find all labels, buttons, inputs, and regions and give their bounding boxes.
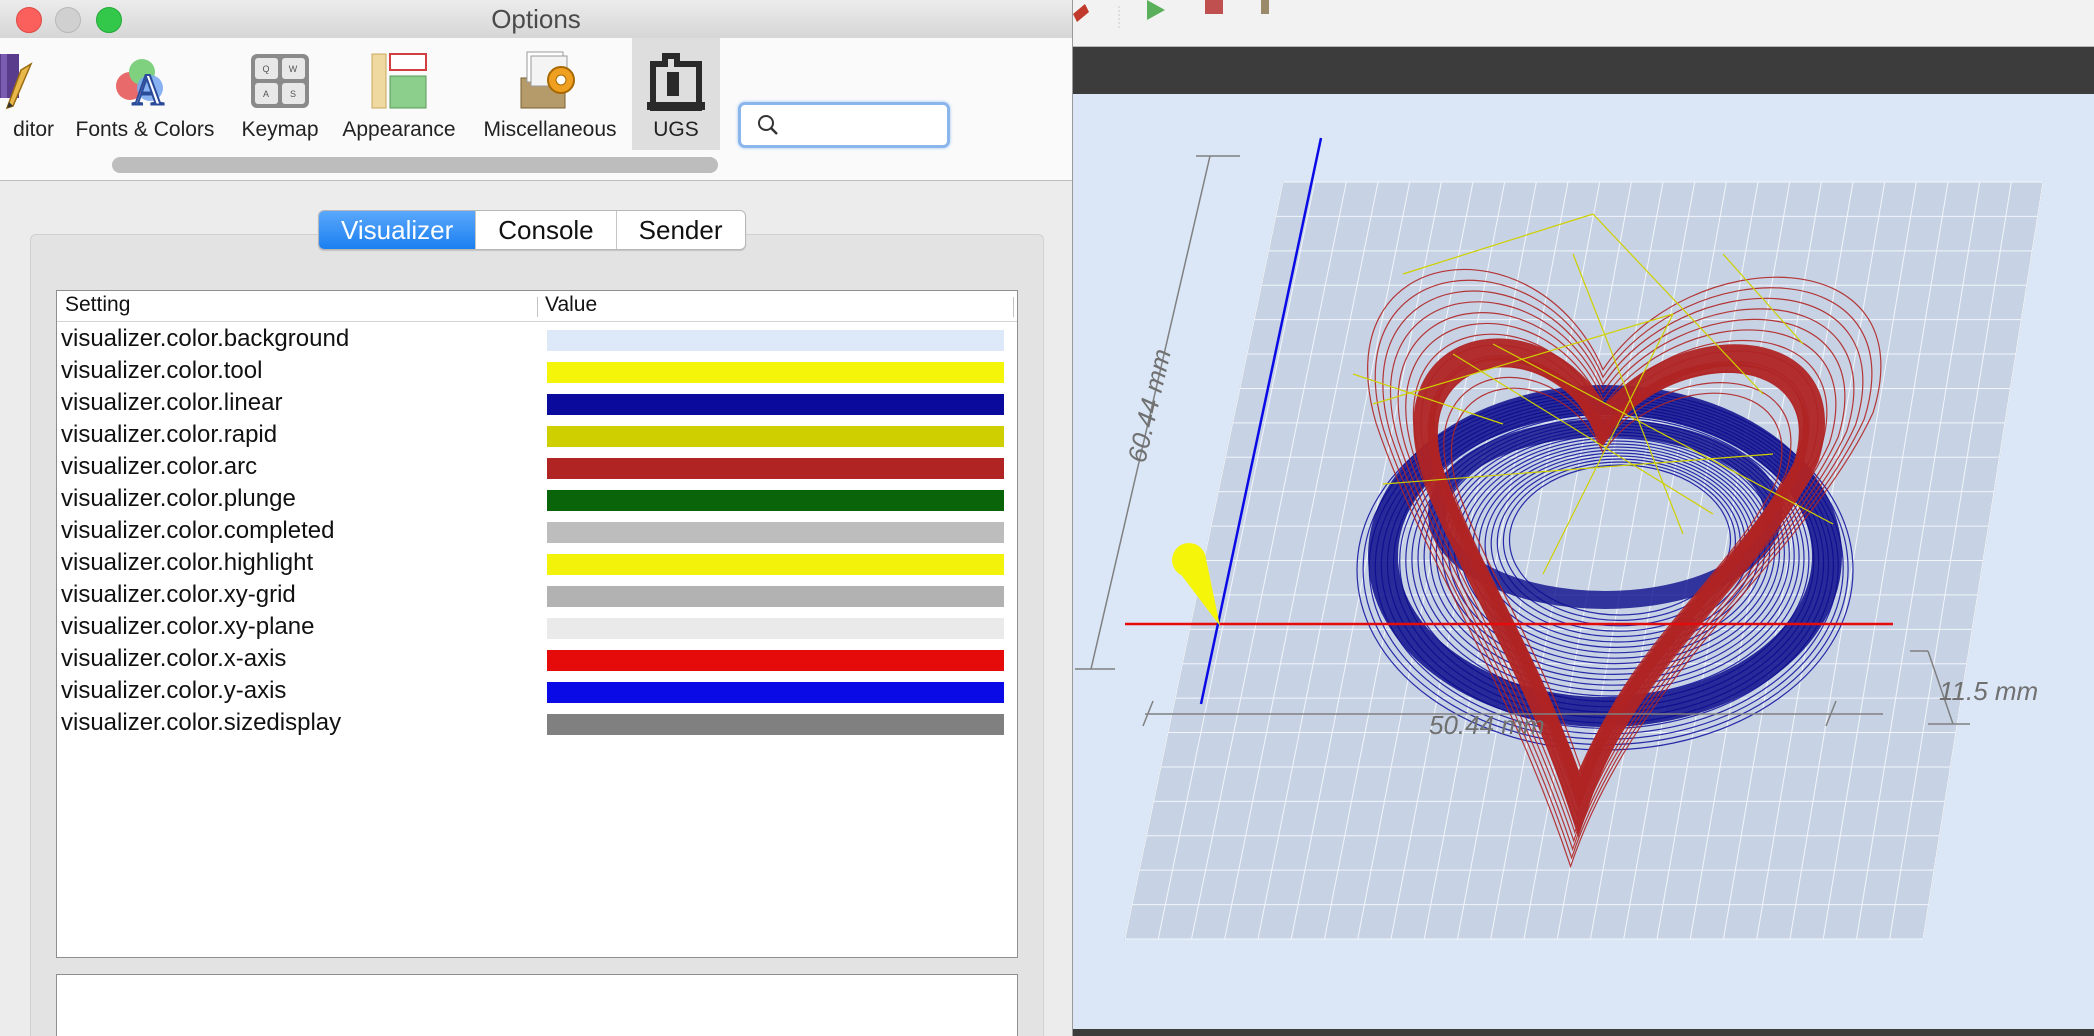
tab-visualizer[interactable]: Visualizer: [319, 211, 477, 249]
appearance-icon: [371, 53, 427, 109]
color-value-swatch[interactable]: [547, 650, 1004, 671]
color-value-swatch[interactable]: [547, 394, 1004, 415]
settings-icon[interactable]: [1261, 0, 1273, 14]
color-value-swatch[interactable]: [547, 554, 1004, 575]
category-fonts-colors[interactable]: A Fonts & Colors: [70, 38, 220, 150]
svg-text:Q: Q: [262, 64, 269, 74]
setting-name: visualizer.color.background: [61, 325, 350, 352]
toolbar-icons: [1073, 0, 1273, 30]
tab-console[interactable]: Console: [476, 211, 617, 249]
setting-name: visualizer.color.arc: [61, 453, 258, 480]
svg-text:W: W: [289, 64, 298, 74]
table-row[interactable]: visualizer.color.xy-grid: [57, 579, 1017, 611]
color-value-swatch[interactable]: [547, 330, 1004, 351]
table-row[interactable]: visualizer.color.xy-plane: [57, 611, 1017, 643]
table-row[interactable]: visualizer.color.linear: [57, 387, 1017, 419]
table-row[interactable]: visualizer.color.highlight: [57, 547, 1017, 579]
dimension-label-x: 50.44 mm: [1429, 710, 1545, 740]
setting-name: visualizer.color.tool: [61, 357, 263, 384]
table-row[interactable]: visualizer.color.tool: [57, 355, 1017, 387]
color-value-swatch[interactable]: [547, 426, 1004, 447]
category-keymap[interactable]: Q W A S Keymap: [234, 38, 326, 150]
category-miscellaneous[interactable]: Miscellaneous: [472, 38, 628, 150]
visualizer-footer: [1073, 1029, 2094, 1036]
search-input[interactable]: [738, 102, 950, 148]
tab-sender[interactable]: Sender: [617, 211, 745, 249]
description-area: [56, 974, 1018, 1036]
category-appearance-label: Appearance: [342, 118, 456, 141]
setting-name: visualizer.color.xy-plane: [61, 613, 315, 640]
svg-text:A: A: [263, 89, 269, 99]
category-fonts-colors-label: Fonts & Colors: [75, 118, 215, 141]
column-divider[interactable]: [537, 297, 538, 317]
category-editor[interactable]: ditor: [0, 38, 60, 150]
setting-name: visualizer.color.completed: [61, 517, 335, 544]
setting-name: visualizer.color.x-axis: [61, 645, 287, 672]
setting-name: visualizer.color.y-axis: [61, 677, 287, 704]
stop-icon[interactable]: [1205, 0, 1223, 14]
visualizer-scene: 60.44 mm 50.44 mm 11.5 mm: [1075, 137, 2044, 940]
column-divider: [1013, 297, 1014, 317]
keymap-icon: Q W A S: [251, 54, 309, 108]
category-ugs[interactable]: UGS: [632, 38, 720, 150]
category-scrollbar[interactable]: [112, 157, 718, 173]
setting-name: visualizer.color.highlight: [61, 549, 314, 576]
color-value-swatch[interactable]: [547, 522, 1004, 543]
editor-icon: [0, 54, 33, 110]
table-row[interactable]: visualizer.color.arc: [57, 451, 1017, 483]
fonts-colors-icon: A: [116, 59, 165, 114]
visualizer-toolbar: [1073, 0, 2094, 47]
color-value-swatch[interactable]: [547, 618, 1004, 639]
category-ugs-label: UGS: [653, 118, 699, 141]
miscellaneous-icon: [520, 51, 575, 109]
table-row[interactable]: visualizer.color.plunge: [57, 483, 1017, 515]
ugs-icon: [647, 53, 705, 111]
table-row[interactable]: visualizer.color.y-axis: [57, 675, 1017, 707]
search-icon: [758, 115, 778, 135]
options-dialog: Options ditor A Fonts & Colors Q W A S K…: [0, 0, 1073, 1036]
settings-table: Setting Value visualizer.color.backgroun…: [56, 290, 1018, 958]
window-title: Options: [491, 4, 581, 34]
settings-tabs: Visualizer Console Sender: [318, 210, 746, 250]
color-value-swatch[interactable]: [547, 362, 1004, 383]
color-value-swatch[interactable]: [547, 586, 1004, 607]
svg-text:A: A: [132, 65, 164, 114]
column-header-setting[interactable]: Setting: [65, 293, 130, 317]
setting-name: visualizer.color.xy-grid: [61, 581, 296, 608]
visualizer-canvas[interactable]: 60.44 mm 50.44 mm 11.5 mm: [1073, 94, 2094, 1029]
svg-text:S: S: [290, 89, 296, 99]
dimension-label-y: 60.44 mm: [1122, 346, 1177, 465]
table-row[interactable]: visualizer.color.background: [57, 323, 1017, 355]
setting-name: visualizer.color.sizedisplay: [61, 709, 342, 736]
color-value-swatch[interactable]: [547, 458, 1004, 479]
category-miscellaneous-label: Miscellaneous: [483, 118, 617, 141]
visualizer-header: [1073, 47, 2094, 93]
pause-icon[interactable]: [1073, 4, 1089, 22]
setting-name: visualizer.color.plunge: [61, 485, 296, 512]
color-value-swatch[interactable]: [547, 714, 1004, 735]
table-row[interactable]: visualizer.color.rapid: [57, 419, 1017, 451]
setting-name: visualizer.color.rapid: [61, 421, 278, 448]
table-row[interactable]: visualizer.color.x-axis: [57, 643, 1017, 675]
category-appearance[interactable]: Appearance: [336, 38, 462, 150]
table-header: Setting Value: [57, 291, 1017, 322]
play-icon[interactable]: [1147, 0, 1165, 20]
dimension-label-z: 11.5 mm: [1939, 676, 2038, 706]
table-row[interactable]: visualizer.color.completed: [57, 515, 1017, 547]
setting-name: visualizer.color.linear: [61, 389, 283, 416]
category-keymap-label: Keymap: [241, 118, 319, 141]
color-value-swatch[interactable]: [547, 682, 1004, 703]
column-header-value[interactable]: Value: [545, 293, 597, 317]
category-editor-label: ditor: [13, 118, 54, 141]
color-value-swatch[interactable]: [547, 490, 1004, 511]
table-row[interactable]: visualizer.color.sizedisplay: [57, 707, 1017, 739]
title-bar: Options: [0, 0, 1072, 39]
